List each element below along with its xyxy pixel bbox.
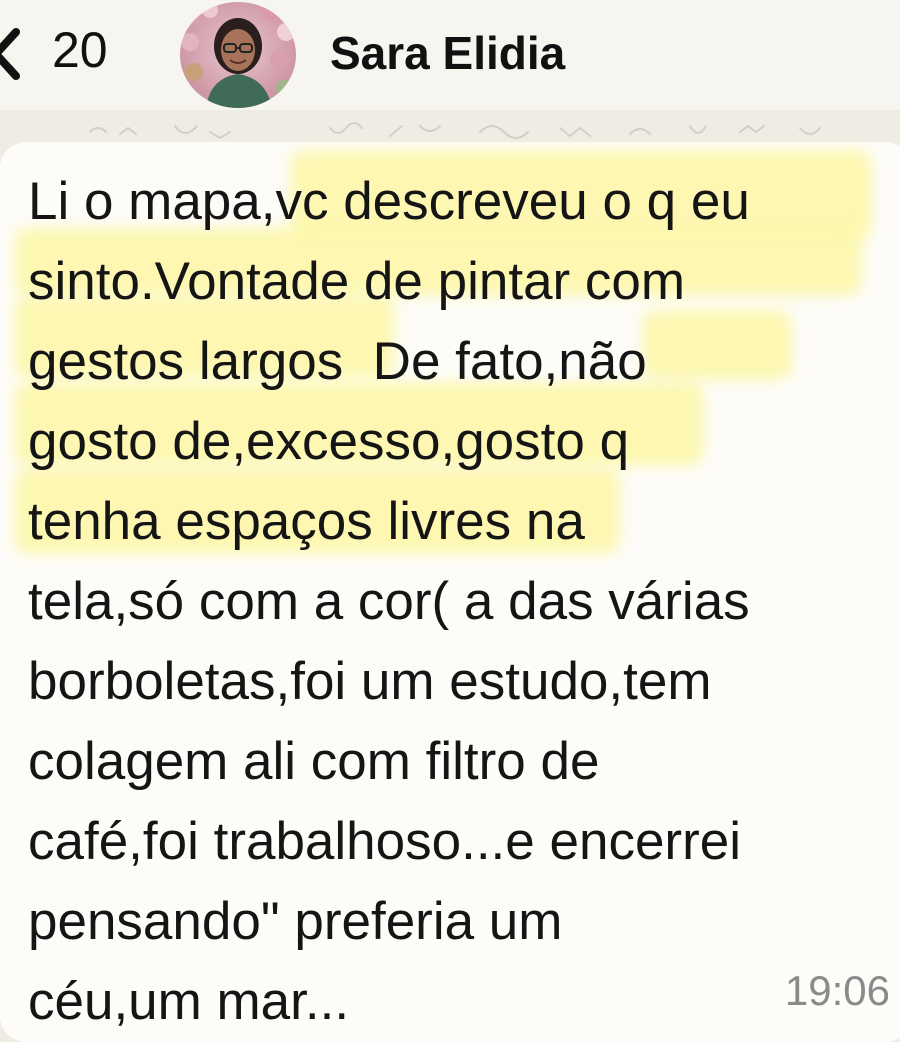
message-line: café,foi trabalhoso...e encerrei <box>28 812 741 871</box>
message-line: tela,só com a cor( a das várias <box>28 572 750 631</box>
unread-count[interactable]: 20 <box>52 22 108 78</box>
message-line: gosto de,excesso,gosto q <box>28 412 630 471</box>
chevron-left-icon[interactable] <box>0 28 26 80</box>
message-line: gestos largos De fato,não <box>28 332 647 391</box>
message-line: Li o mapa,vc descreveu o q eu <box>28 172 750 231</box>
message-line: céu,um mar... <box>28 972 350 1031</box>
message-timestamp: 19:06 <box>784 967 890 1014</box>
contact-name[interactable]: Sara Elidia <box>330 26 565 80</box>
message-line: colagem ali com filtro de <box>28 732 600 791</box>
message-line: pensando" preferia um <box>28 892 563 951</box>
message-line: tenha espaços livres na <box>28 492 585 551</box>
chat-header: 20 Sara Elidia <box>0 0 900 110</box>
avatar[interactable] <box>180 2 296 108</box>
message-line: sinto.Vontade de pintar com <box>28 252 686 311</box>
message-line: borboletas,foi um estudo,tem <box>28 652 712 711</box>
message-text: Li o mapa,vc descreveu o q eu sinto.Vont… <box>28 162 900 1042</box>
